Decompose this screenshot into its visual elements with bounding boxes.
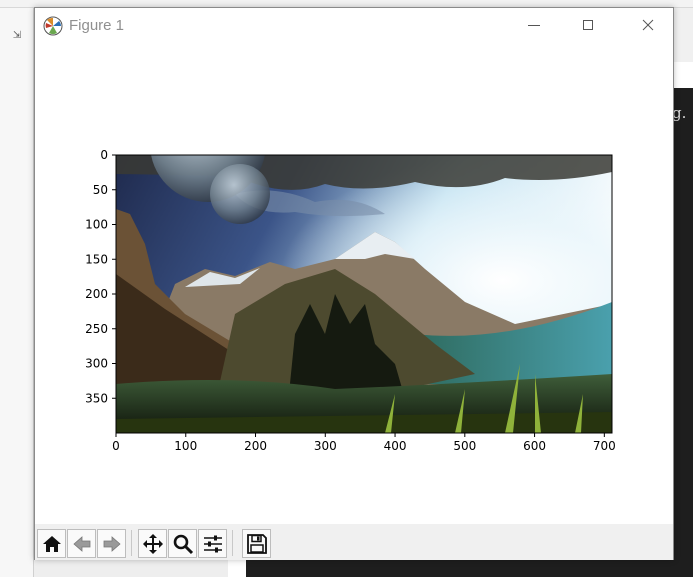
plot-area: 0 100 200 300 400 500 600 700 0 50 100 150 200 250 30… xyxy=(85,148,616,453)
pan-button[interactable] xyxy=(138,529,167,558)
navigation-toolbar xyxy=(35,524,673,560)
expand-corner-icon: ⇲ xyxy=(12,30,22,41)
y-tick-label: 250 xyxy=(85,322,108,336)
x-tick-label: 500 xyxy=(453,439,476,453)
subplots-button[interactable] xyxy=(198,529,227,558)
arrow-left-icon xyxy=(72,535,90,552)
x-tick-label: 600 xyxy=(523,439,546,453)
y-tick-label: 350 xyxy=(85,391,108,405)
floppy-disk-icon xyxy=(246,533,267,554)
y-tick-label: 0 xyxy=(100,148,108,162)
y-tick-label: 150 xyxy=(85,252,108,266)
toolbar-separator xyxy=(131,530,132,556)
background-strip xyxy=(228,560,246,577)
sliders-icon xyxy=(203,535,222,552)
background-left-pane xyxy=(0,8,34,577)
y-tick-label: 50 xyxy=(93,183,108,197)
background-terminal-text: g. xyxy=(672,104,687,122)
title-bar[interactable]: Figure 1 xyxy=(35,8,673,44)
figure-window[interactable]: Figure 1 0 100 200 300 400 500 600 700 0… xyxy=(34,7,674,560)
y-tick-label: 300 xyxy=(85,357,108,371)
minimize-button[interactable] xyxy=(511,8,557,42)
matplotlib-logo-icon xyxy=(43,16,63,36)
home-button[interactable] xyxy=(37,529,66,558)
forward-button[interactable] xyxy=(97,529,126,558)
save-button[interactable] xyxy=(242,529,271,558)
background-bottom-bar xyxy=(34,560,228,577)
maximize-icon xyxy=(583,20,593,30)
figure-canvas[interactable]: 0 100 200 300 400 500 600 700 0 50 100 150 200 250 30… xyxy=(35,44,673,524)
x-tick-label: 400 xyxy=(384,439,407,453)
x-tick-label: 300 xyxy=(314,439,337,453)
background-terminal-edge xyxy=(673,62,693,88)
arrow-right-icon xyxy=(103,535,121,552)
back-button[interactable] xyxy=(67,529,96,558)
y-axis-ticks: 0 50 100 150 200 250 300 350 xyxy=(85,148,116,405)
close-button[interactable] xyxy=(625,8,671,42)
maximize-button[interactable] xyxy=(565,8,611,42)
toolbar-separator xyxy=(232,530,233,556)
x-tick-label: 100 xyxy=(174,439,197,453)
minimize-icon xyxy=(528,25,540,26)
move-icon xyxy=(142,533,163,554)
x-tick-label: 0 xyxy=(112,439,120,453)
window-title: Figure 1 xyxy=(69,17,125,34)
home-icon xyxy=(42,535,61,552)
y-tick-label: 100 xyxy=(85,218,108,232)
magnifier-icon xyxy=(173,534,193,554)
x-axis-ticks: 0 100 200 300 400 500 600 700 xyxy=(112,433,616,453)
mountain-landscape-image xyxy=(116,155,612,433)
x-tick-label: 200 xyxy=(244,439,267,453)
x-tick-label: 700 xyxy=(593,439,616,453)
zoom-button[interactable] xyxy=(168,529,197,558)
close-icon xyxy=(642,19,654,31)
y-tick-label: 200 xyxy=(85,287,108,301)
